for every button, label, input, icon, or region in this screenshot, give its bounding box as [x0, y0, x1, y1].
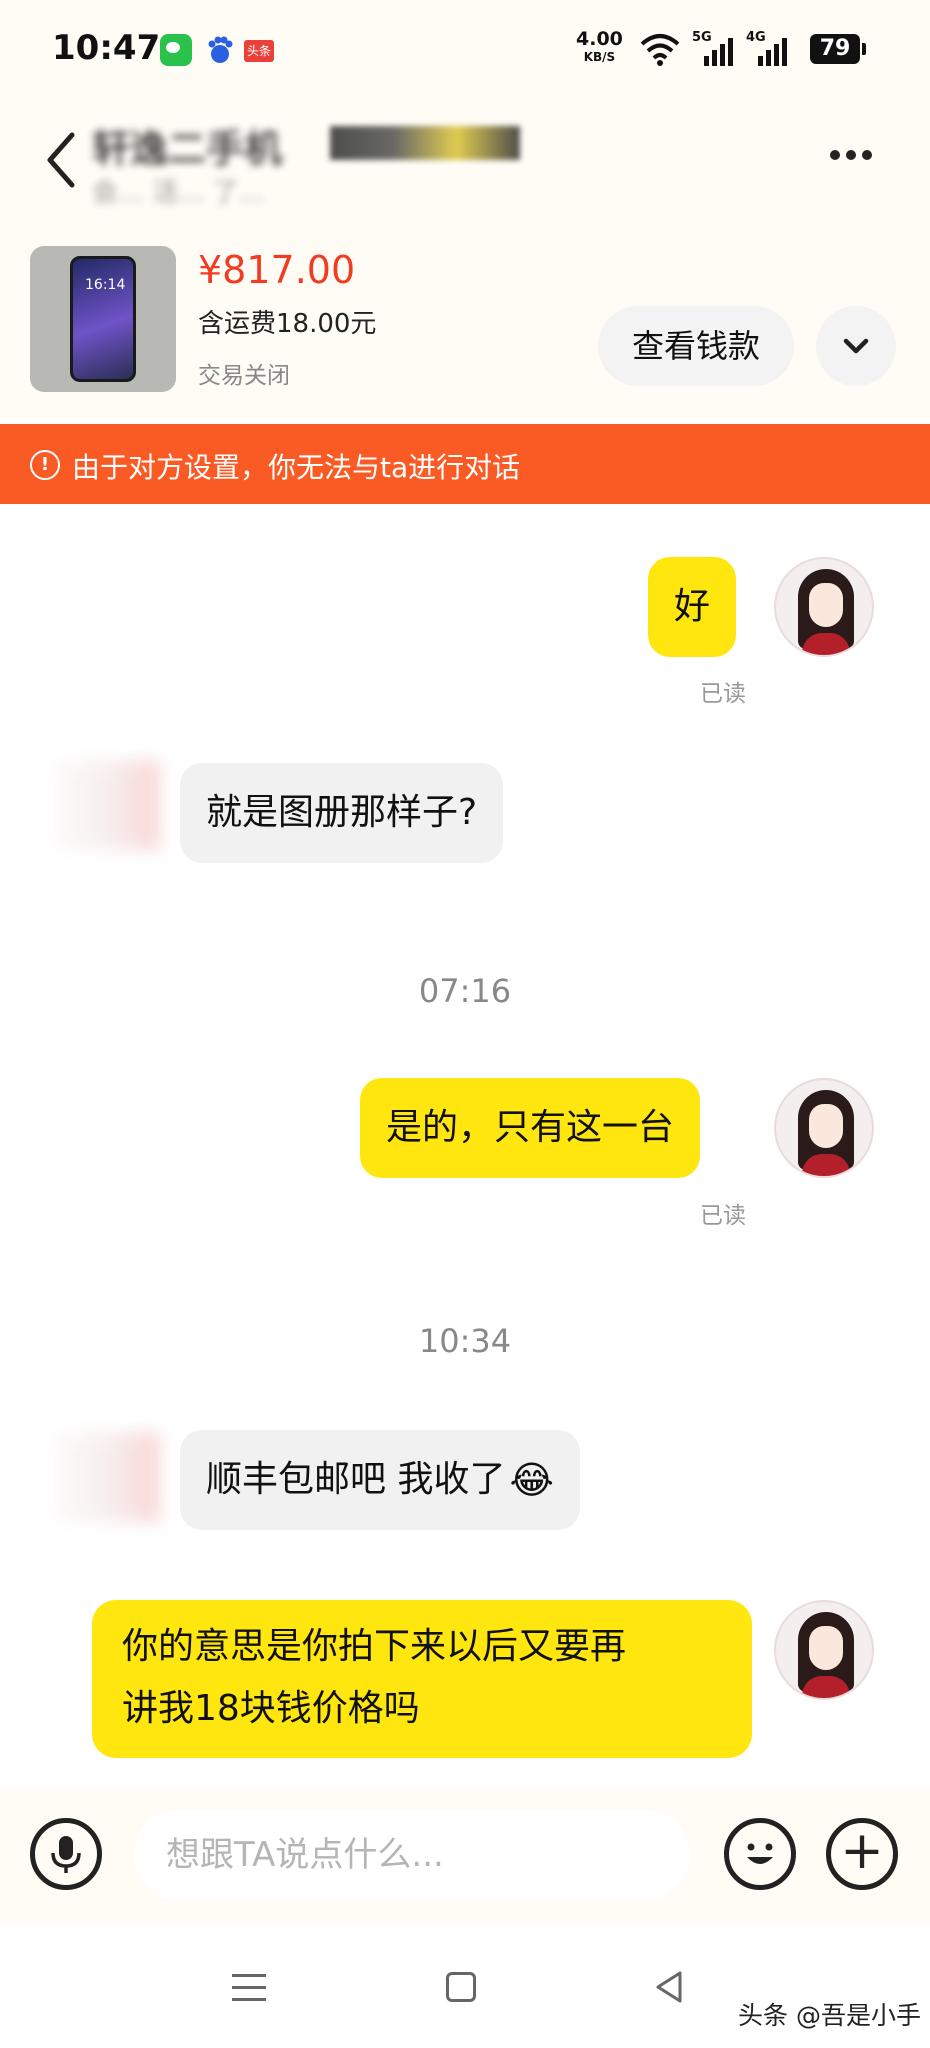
- network-speed: 4.00 KB/S: [576, 30, 623, 66]
- microphone-icon[interactable]: [30, 1818, 102, 1890]
- alert-icon: !: [30, 450, 60, 480]
- shipping-fee: 含运费18.00元: [198, 309, 377, 339]
- net-speed-unit: KB/S: [583, 50, 616, 64]
- message-timestamp: 07:16: [418, 972, 512, 1010]
- message-bubble-sent[interactable]: 好: [648, 557, 737, 657]
- message-text-line2: 讲我18块钱价格吗: [122, 1688, 420, 1729]
- thumbnail-time: 16:14: [85, 277, 126, 293]
- message-timestamp: 10:34: [418, 1322, 512, 1360]
- message-bubble-received[interactable]: 就是图册那样子?: [180, 763, 504, 863]
- plus-icon[interactable]: +: [826, 1818, 898, 1890]
- message-text: 好: [674, 586, 711, 627]
- message-bubble-sent[interactable]: 你的意思是你拍下来以后又要再 讲我18块钱价格吗: [92, 1600, 752, 1758]
- my-avatar[interactable]: [774, 1078, 874, 1178]
- baidu-icon: [208, 36, 233, 63]
- redacted-title-segment: [330, 126, 520, 160]
- watermark: 头条 @吾是小手: [738, 2001, 921, 2030]
- toutiao-icon: 头条: [244, 40, 274, 62]
- back-icon[interactable]: [40, 125, 84, 195]
- battery-indicator: 79: [810, 34, 866, 64]
- net-speed-value: 4.00: [576, 28, 623, 50]
- read-receipt: 已读: [700, 681, 746, 707]
- message-text: 顺丰包邮吧 我收了: [206, 1459, 506, 1500]
- emoji-icon[interactable]: [724, 1818, 796, 1890]
- read-receipt: 已读: [700, 1203, 746, 1229]
- status-time: 10:47: [52, 28, 161, 68]
- phone-image: 16:14: [70, 256, 136, 382]
- product-price: ¥817.00: [198, 248, 356, 292]
- my-avatar[interactable]: [774, 1600, 874, 1700]
- trade-status: 交易关闭: [198, 363, 290, 389]
- chat-subtitle: 会… 活… 了…: [92, 178, 265, 208]
- menu-icon[interactable]: [232, 1974, 266, 2002]
- message-text: 就是图册那样子?: [206, 792, 478, 833]
- message-input[interactable]: [134, 1810, 690, 1900]
- chevron-down-icon[interactable]: [816, 306, 896, 386]
- other-avatar[interactable]: [40, 1432, 160, 1522]
- wechat-icon: [160, 34, 192, 66]
- message-bubble-received[interactable]: 顺丰包邮吧 我收了 😂: [180, 1430, 580, 1530]
- product-thumbnail[interactable]: 16:14: [30, 246, 176, 392]
- message-bubble-sent[interactable]: 是的，只有这一台: [360, 1078, 701, 1178]
- signal-4g-icon: 4G: [746, 30, 794, 66]
- message-text: 是的，只有这一台: [386, 1107, 675, 1148]
- my-avatar[interactable]: [774, 557, 874, 657]
- chat-title: 轩逸二手机: [92, 127, 283, 171]
- home-icon[interactable]: [446, 1972, 476, 2002]
- more-icon[interactable]: [830, 145, 890, 175]
- warning-text: 由于对方设置，你无法与ta进行对话: [72, 451, 521, 484]
- signal-5g-icon: 5G: [692, 30, 740, 66]
- other-avatar[interactable]: [40, 760, 160, 850]
- view-funds-button[interactable]: 查看钱款: [598, 306, 794, 386]
- nav-back-icon[interactable]: [654, 1970, 684, 2004]
- wifi-icon: [640, 34, 680, 66]
- message-text-line1: 你的意思是你拍下来以后又要再: [122, 1626, 627, 1667]
- crying-laughing-emoji: 😂: [509, 1458, 554, 1502]
